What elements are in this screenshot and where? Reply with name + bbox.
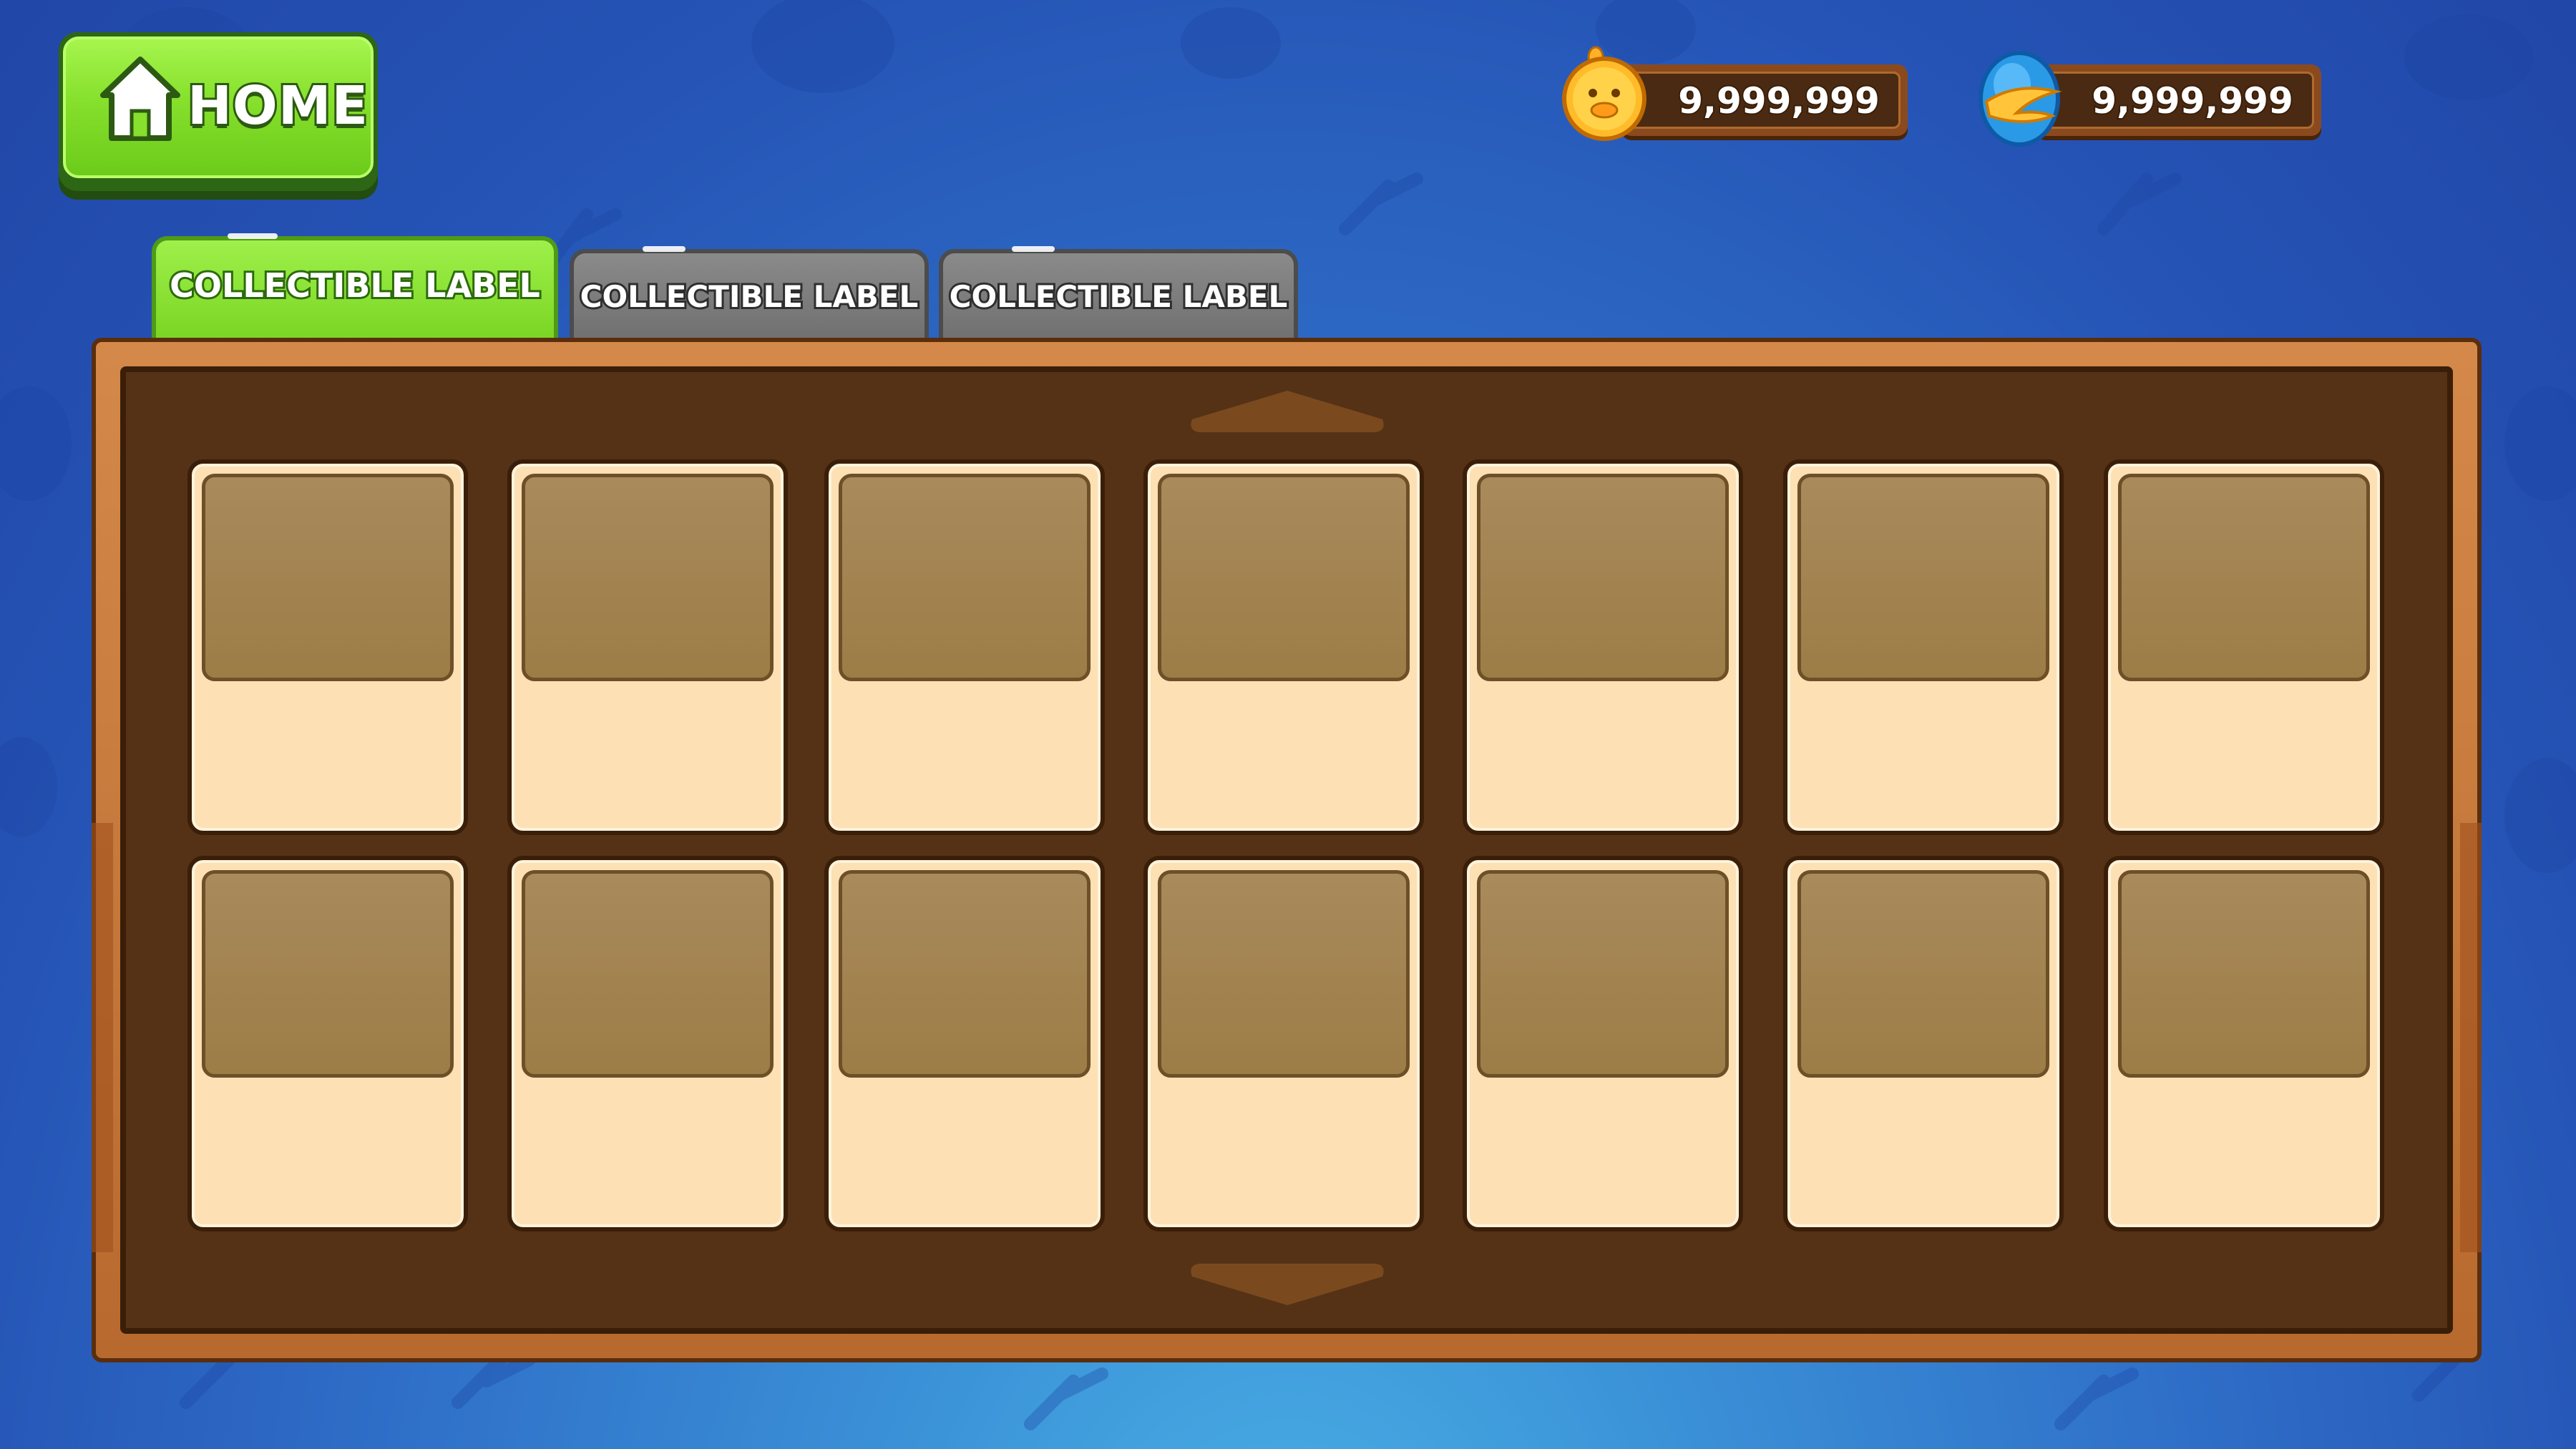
- panel-side-tab-left: [92, 823, 113, 1252]
- collectible-card[interactable]: [1463, 856, 1743, 1231]
- scroll-down-arrow-icon[interactable]: [1185, 1259, 1390, 1309]
- collectible-card[interactable]: [187, 459, 468, 835]
- collectible-card[interactable]: [1143, 856, 1424, 1231]
- currency-bar: 9,999,999: [1621, 64, 1908, 136]
- panel-side-tab-right: [2460, 823, 2482, 1252]
- card-image-slot: [1158, 870, 1410, 1078]
- currency-bar: 9,999,999: [2035, 64, 2321, 136]
- tab-collectible-3[interactable]: COLLECTIBLE LABEL: [939, 246, 1298, 343]
- home-button-face: HOME: [63, 36, 374, 178]
- card-image-slot: [202, 474, 454, 681]
- card-image-slot: [839, 474, 1091, 681]
- collectible-card[interactable]: [1143, 459, 1424, 835]
- card-image-slot: [2118, 474, 2370, 681]
- chick-coin-icon: [1562, 46, 1646, 141]
- collectible-card[interactable]: [187, 856, 468, 1231]
- currency-gems[interactable]: 9,999,999: [1974, 42, 2331, 156]
- currency-coins[interactable]: 9,999,999: [1560, 42, 1918, 156]
- card-image-slot: [839, 870, 1091, 1078]
- collectible-card[interactable]: [1463, 459, 1743, 835]
- collectible-card[interactable]: [824, 856, 1105, 1231]
- collectible-card[interactable]: [507, 459, 788, 835]
- card-image-slot: [522, 474, 774, 681]
- scroll-up-arrow-icon[interactable]: [1185, 386, 1390, 436]
- bird-gem-icon: [1979, 51, 2062, 147]
- tab-label: COLLECTIBLE LABEL: [947, 277, 1290, 316]
- collectible-card[interactable]: [2104, 856, 2384, 1231]
- tab-label: COLLECTIBLE LABEL: [578, 277, 921, 316]
- card-image-slot: [1477, 870, 1729, 1078]
- home-button[interactable]: HOME: [59, 32, 378, 191]
- currency-value: 9,999,999: [2090, 79, 2295, 123]
- card-image-slot: [202, 870, 454, 1078]
- card-image-slot: [1797, 474, 2049, 681]
- home-label: HOME: [185, 73, 370, 139]
- card-image-slot: [522, 870, 774, 1078]
- collectible-card[interactable]: [507, 856, 788, 1231]
- collectible-card[interactable]: [2104, 459, 2384, 835]
- collectible-card[interactable]: [1783, 459, 2064, 835]
- tab-collectible-1[interactable]: COLLECTIBLE LABEL: [152, 233, 558, 343]
- collectible-card[interactable]: [824, 459, 1105, 835]
- card-image-slot: [1158, 474, 1410, 681]
- card-image-slot: [1477, 474, 1729, 681]
- collectible-card[interactable]: [1783, 856, 2064, 1231]
- tab-collectible-2[interactable]: COLLECTIBLE LABEL: [570, 246, 929, 343]
- currency-value: 9,999,999: [1677, 79, 1881, 123]
- card-image-slot: [1797, 870, 2049, 1078]
- house-icon: [100, 57, 180, 141]
- tab-label: COLLECTIBLE LABEL: [167, 264, 542, 307]
- card-image-slot: [2118, 870, 2370, 1078]
